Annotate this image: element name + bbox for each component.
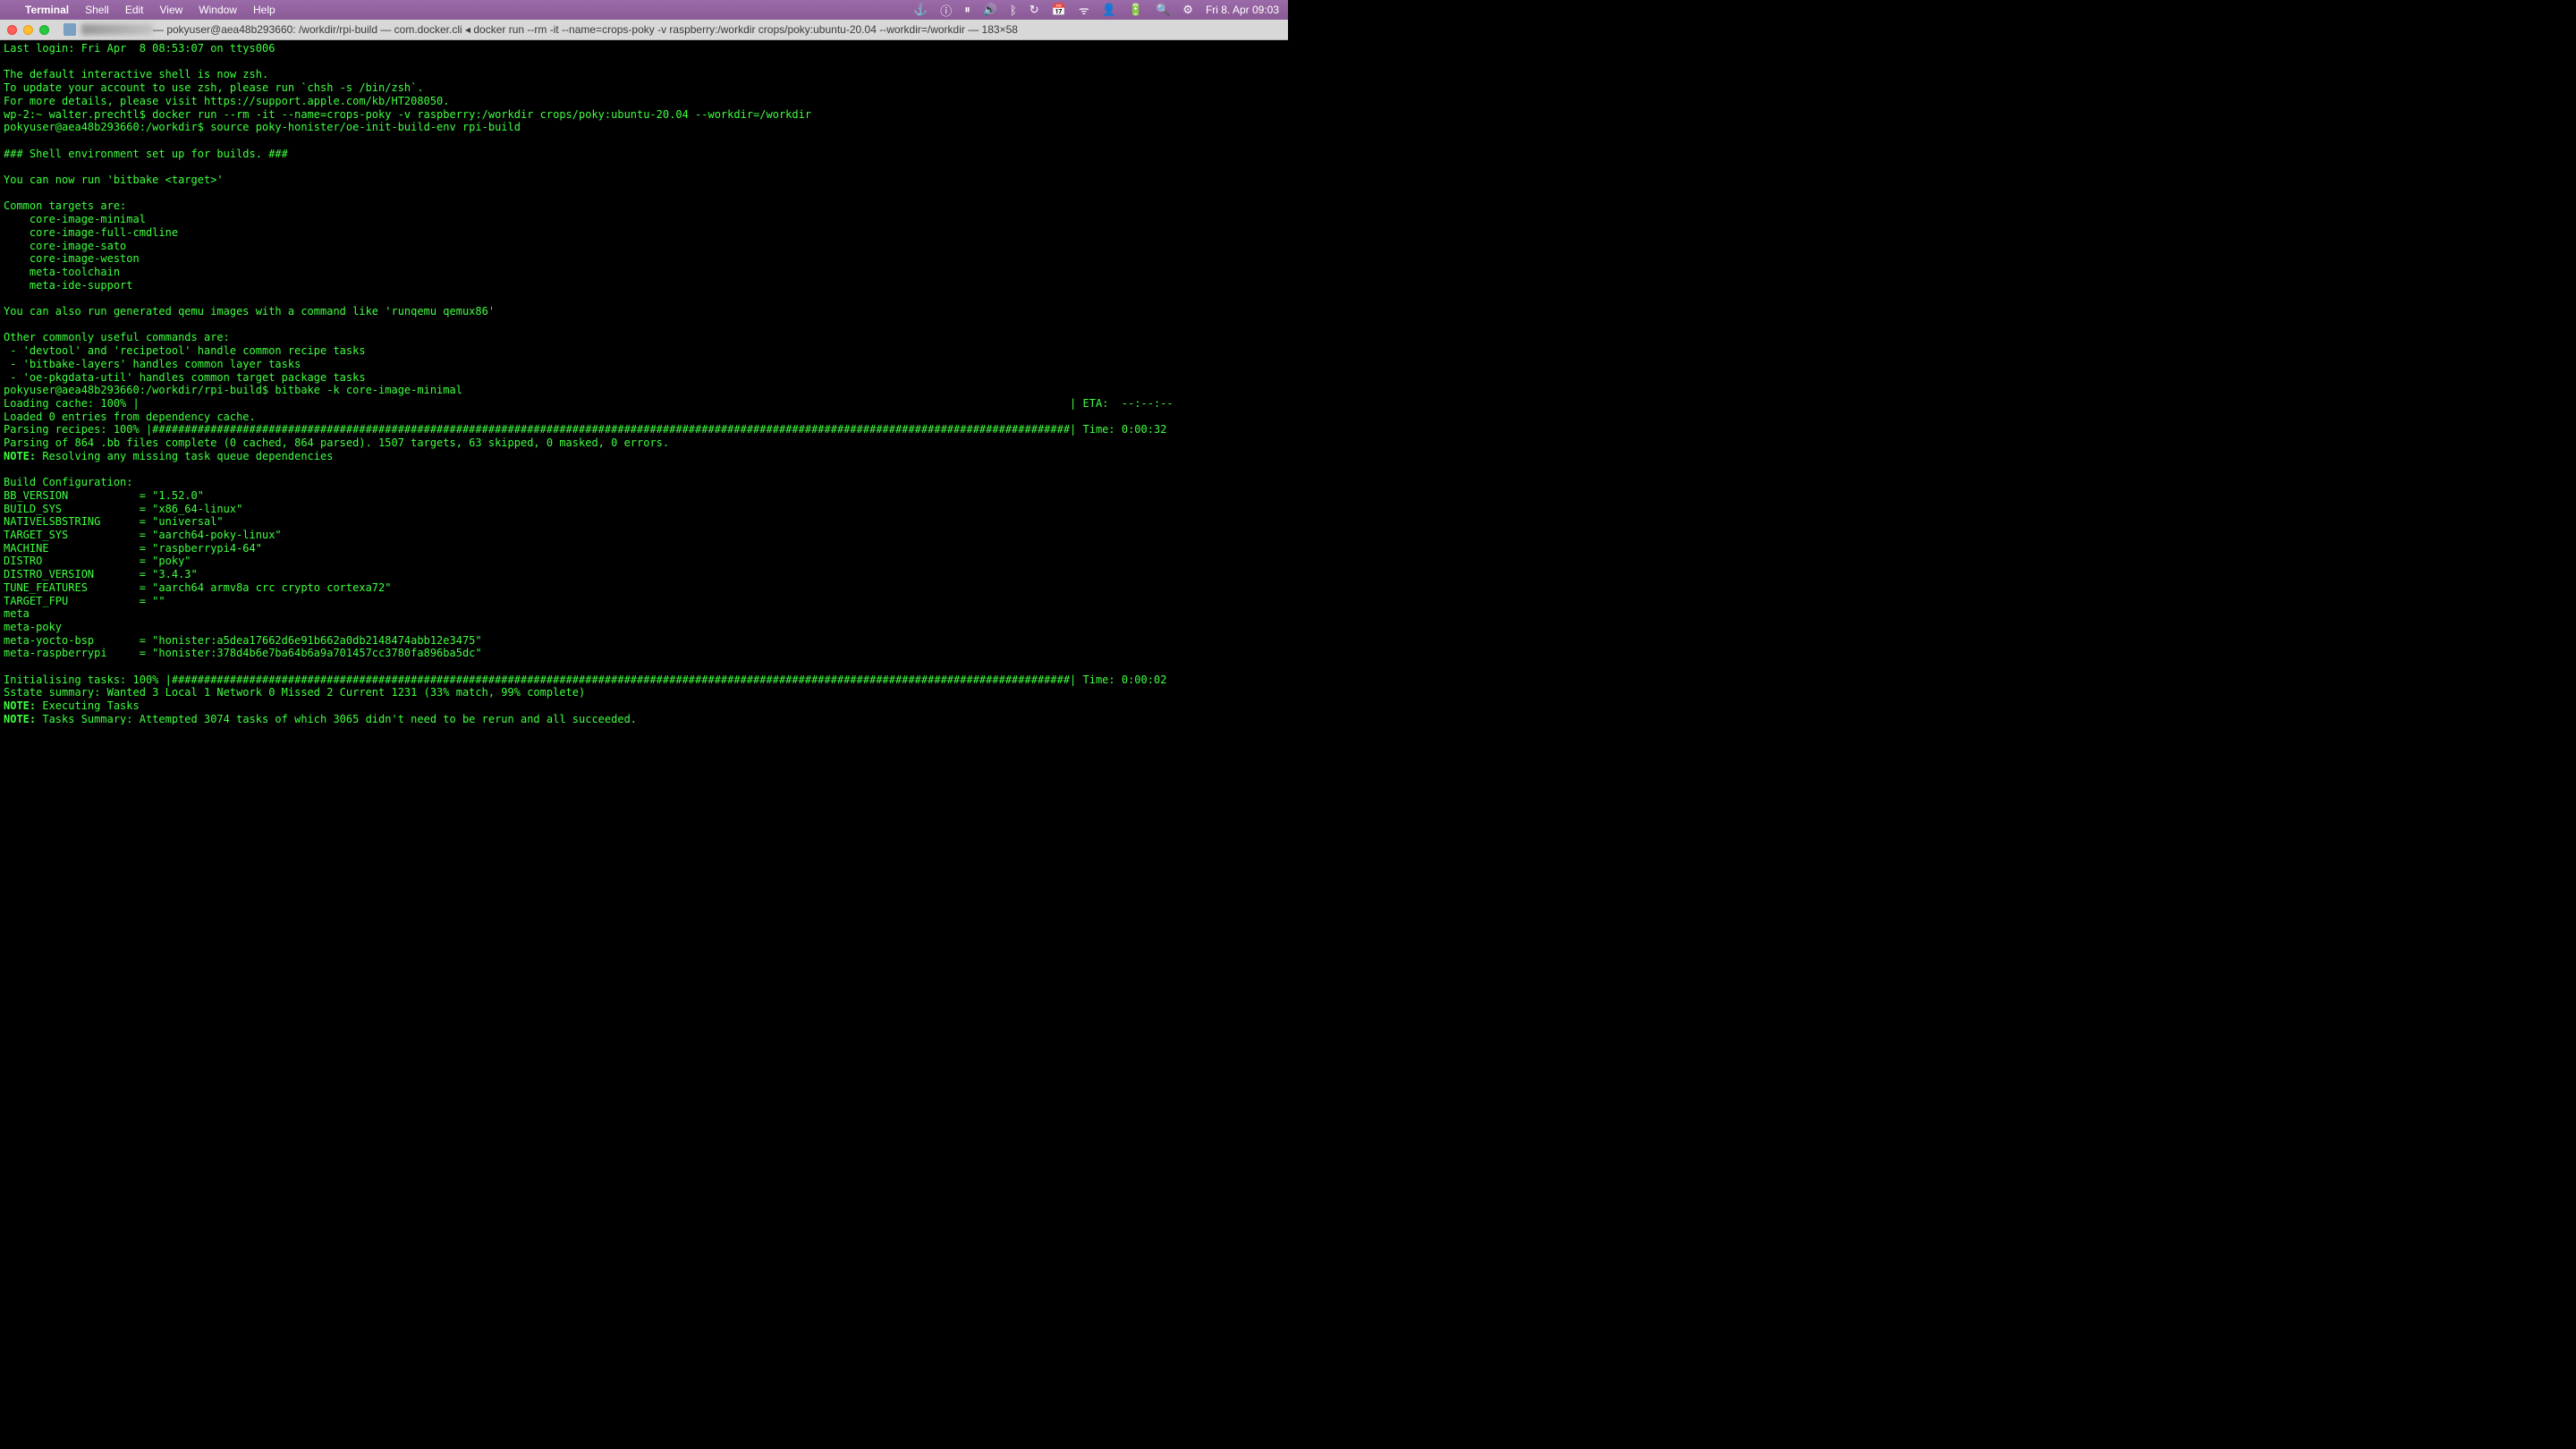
terminal-line: TUNE_FEATURES = "aarch64 armv8a crc cryp…	[4, 581, 1284, 595]
date-icon[interactable]: 📅	[1052, 3, 1066, 17]
bluetooth-icon[interactable]: ᛒ	[1010, 4, 1017, 17]
terminal-line: core-image-minimal	[4, 213, 1284, 226]
terminal-line: - 'bitbake-layers' handles common layer …	[4, 358, 1284, 371]
window-titlebar: — pokyuser@aea48b293660: /workdir/rpi-bu…	[0, 20, 1288, 40]
terminal-line: core-image-full-cmdline	[4, 226, 1284, 240]
terminal-line: - 'oe-pkgdata-util' handles common targe…	[4, 371, 1284, 385]
terminal-note-line: NOTE: Executing Tasks	[4, 699, 1284, 713]
terminal-line: Build Configuration:	[4, 476, 1284, 489]
title-blurred-segment	[81, 24, 153, 35]
terminal-line: Parsing recipes: 100% |#################…	[4, 423, 1284, 436]
terminal-line: BUILD_SYS = "x86_64-linux"	[4, 503, 1284, 516]
terminal-line: Parsing of 864 .bb files complete (0 cac…	[4, 436, 1284, 450]
menu-shell[interactable]: Shell	[85, 4, 109, 16]
menu-window[interactable]: Window	[199, 4, 237, 16]
window-title: — pokyuser@aea48b293660: /workdir/rpi-bu…	[153, 23, 1018, 36]
terminal-line: BB_VERSION = "1.52.0"	[4, 489, 1284, 503]
menubar-datetime[interactable]: Fri 8. Apr 09:03	[1206, 4, 1279, 16]
terminal-line: TARGET_SYS = "aarch64-poky-linux"	[4, 529, 1284, 542]
close-button[interactable]	[7, 25, 17, 35]
folder-icon	[64, 23, 76, 36]
wifi-icon[interactable]: ᯤ	[1079, 2, 1089, 18]
terminal-line: meta-raspberrypi = "honister:378d4b6e7ba…	[4, 647, 1284, 660]
minimize-button[interactable]	[23, 25, 33, 35]
terminal-line	[4, 160, 1284, 174]
terminal-line: meta	[4, 607, 1284, 621]
terminal-line: ### Shell environment set up for builds.…	[4, 148, 1284, 161]
terminal-line: Last login: Fri Apr 8 08:53:07 on ttys00…	[4, 42, 1284, 55]
terminal-line: DISTRO_VERSION = "3.4.3"	[4, 568, 1284, 581]
terminal-line	[4, 463, 1284, 477]
terminal-line: core-image-weston	[4, 252, 1284, 266]
menu-edit[interactable]: Edit	[125, 4, 144, 16]
menubar-left: Terminal Shell Edit View Window Help	[9, 4, 275, 16]
terminal-line: Loaded 0 entries from dependency cache.	[4, 411, 1284, 424]
terminal-line: meta-poky	[4, 621, 1284, 634]
terminal-line	[4, 318, 1284, 332]
terminal-line: DISTRO = "poky"	[4, 555, 1284, 568]
terminal-line: Initialising tasks: 100% |##############…	[4, 674, 1284, 687]
menubar-right: ⚓ ⓘ ⏸ 🔊 ᛒ ↻ 📅 ᯤ 👤 🔋 🔍 ⚙ Fri 8. Apr 09:03	[913, 2, 1279, 19]
terminal-line: You can now run 'bitbake <target>'	[4, 174, 1284, 187]
terminal-line: - 'devtool' and 'recipetool' handle comm…	[4, 344, 1284, 358]
maximize-button[interactable]	[39, 25, 49, 35]
terminal-line: You can also run generated qemu images w…	[4, 305, 1284, 318]
terminal-line: meta-ide-support	[4, 279, 1284, 292]
timemachine-icon[interactable]: ↻	[1030, 3, 1039, 17]
terminal-line: MACHINE = "raspberrypi4-64"	[4, 542, 1284, 555]
volume-icon[interactable]: 🔊	[983, 3, 997, 17]
terminal-line: meta-toolchain	[4, 266, 1284, 279]
menubar: Terminal Shell Edit View Window Help ⚓ ⓘ…	[0, 0, 1288, 20]
terminal-line: Common targets are:	[4, 199, 1284, 213]
terminal-line: Sstate summary: Wanted 3 Local 1 Network…	[4, 686, 1284, 699]
terminal-line: TARGET_FPU = ""	[4, 595, 1284, 608]
user-icon[interactable]: 👤	[1102, 3, 1116, 17]
terminal-note-line: NOTE: Tasks Summary: Attempted 3074 task…	[4, 713, 1284, 724]
terminal-line: Other commonly useful commands are:	[4, 331, 1284, 344]
terminal-line	[4, 187, 1284, 200]
info-icon[interactable]: ⓘ	[940, 2, 952, 19]
terminal-line: For more details, please visit https://s…	[4, 95, 1284, 108]
terminal-content[interactable]: Last login: Fri Apr 8 08:53:07 on ttys00…	[0, 40, 1288, 724]
search-icon[interactable]: 🔍	[1156, 3, 1170, 17]
menu-view[interactable]: View	[160, 4, 183, 16]
terminal-line: To update your account to use zsh, pleas…	[4, 81, 1284, 95]
battery-icon[interactable]: 🔋	[1129, 3, 1143, 17]
terminal-line	[4, 660, 1284, 674]
terminal-line: pokyuser@aea48b293660:/workdir$ source p…	[4, 121, 1284, 134]
terminal-line: meta-yocto-bsp = "honister:a5dea17662d6e…	[4, 634, 1284, 648]
terminal-line	[4, 292, 1284, 305]
control-center-icon[interactable]: ⚙	[1182, 3, 1193, 17]
menu-app[interactable]: Terminal	[25, 4, 69, 16]
terminal-line: Loading cache: 100% | | ETA: --:--:--	[4, 397, 1284, 411]
terminal-line	[4, 134, 1284, 148]
terminal-line: pokyuser@aea48b293660:/workdir/rpi-build…	[4, 384, 1284, 397]
terminal-line	[4, 55, 1284, 69]
menu-help[interactable]: Help	[253, 4, 275, 16]
terminal-line: core-image-sato	[4, 240, 1284, 253]
terminal-line: The default interactive shell is now zsh…	[4, 68, 1284, 81]
pause-icon[interactable]: ⏸	[964, 3, 970, 17]
docker-icon[interactable]: ⚓	[913, 3, 928, 17]
traffic-lights	[7, 25, 49, 35]
terminal-line: NATIVELSBSTRING = "universal"	[4, 515, 1284, 529]
terminal-line: wp-2:~ walter.prechtl$ docker run --rm -…	[4, 108, 1284, 122]
terminal-note-line: NOTE: Resolving any missing task queue d…	[4, 450, 1284, 463]
